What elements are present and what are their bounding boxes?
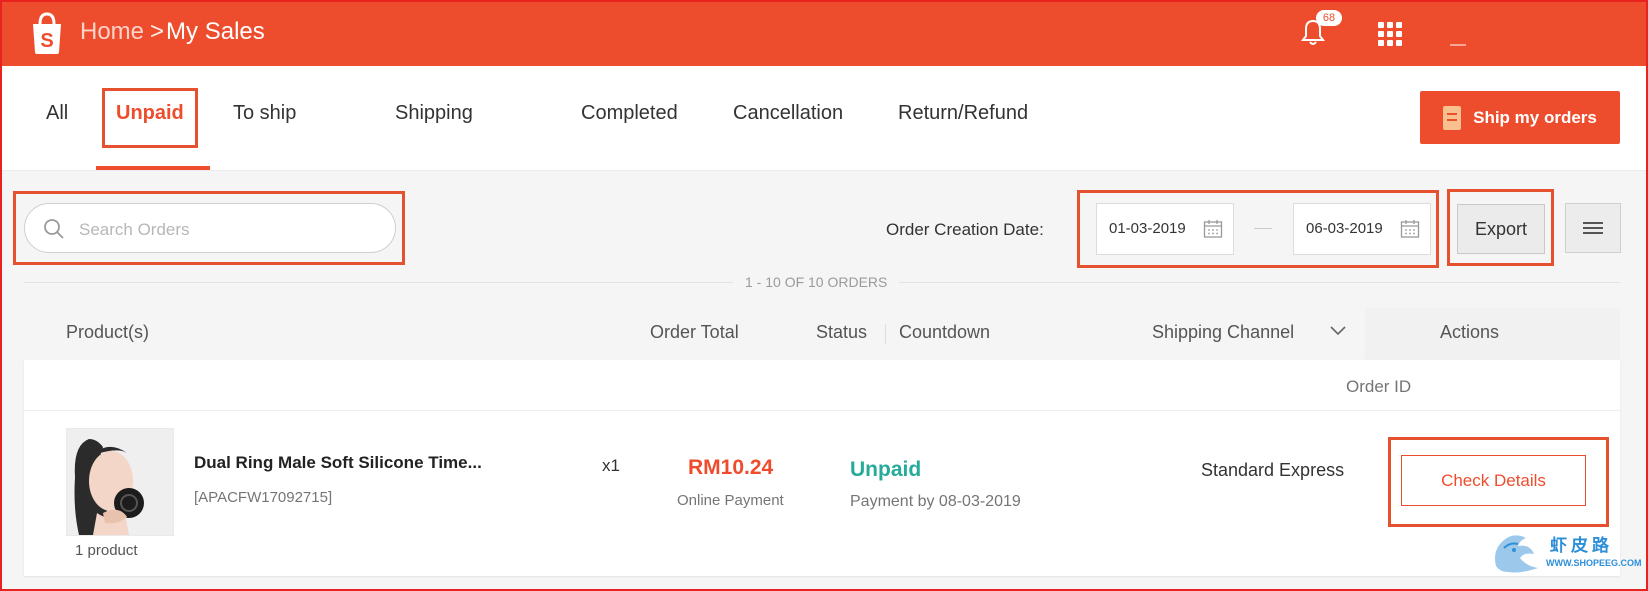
breadcrumb-current-page: My Sales	[166, 18, 265, 45]
results-count: 1 - 10 OF 10 ORDERS	[733, 274, 900, 290]
export-button[interactable]: Export	[1457, 204, 1545, 254]
header-order-total: Order Total	[650, 322, 739, 342]
watermark-chinese-text: 虾皮路	[1550, 536, 1613, 555]
search-orders-field[interactable]	[24, 203, 396, 253]
shopee-logo-icon[interactable]: S	[26, 10, 68, 56]
chevron-down-icon[interactable]	[1328, 324, 1348, 338]
order-id-label: Order ID	[1346, 377, 1412, 396]
order-status-tabs: All Unpaid To ship Shipping Completed Ca…	[0, 66, 1648, 171]
date-from-value: 01-03-2019	[1109, 220, 1186, 237]
header-status: Status	[816, 322, 868, 342]
shipping-channel: Standard Express	[1201, 460, 1345, 480]
product-name[interactable]: Dual Ring Male Soft Silicone Time...	[194, 453, 482, 473]
tab-unpaid[interactable]: Unpaid	[116, 102, 184, 125]
product-sku: [APACFW17092715]	[194, 489, 333, 506]
svg-text:S: S	[40, 30, 53, 52]
notification-count-badge: 68	[1316, 10, 1342, 26]
ship-my-orders-button[interactable]: Ship my orders	[1420, 91, 1620, 144]
order-status: Unpaid	[850, 458, 922, 481]
payment-due-date: Payment by 08-03-2019	[850, 493, 1021, 510]
product-image	[67, 429, 173, 535]
tab-completed[interactable]: Completed	[581, 102, 678, 125]
payment-method: Online Payment	[677, 492, 784, 509]
tab-all[interactable]: All	[46, 102, 68, 125]
order-total: RM10.24	[688, 456, 774, 479]
breadcrumb: Home >My Sales	[80, 18, 265, 46]
column-settings-button[interactable]	[1565, 203, 1621, 253]
apps-grid-icon[interactable]	[1378, 22, 1402, 46]
header-products: Product(s)	[66, 322, 150, 342]
document-icon	[1443, 105, 1462, 130]
date-to-picker[interactable]: 06-03-2019	[1293, 203, 1431, 255]
active-tab-indicator	[96, 166, 210, 170]
date-range-divider	[1254, 228, 1272, 229]
tab-to-ship[interactable]: To ship	[233, 102, 296, 125]
column-divider	[885, 324, 886, 344]
ship-my-orders-label: Ship my orders	[1473, 107, 1597, 127]
search-orders-input[interactable]	[77, 216, 381, 244]
tab-return-refund[interactable]: Return/Refund	[898, 102, 1028, 125]
breadcrumb-home-link[interactable]: Home	[80, 18, 144, 45]
tab-cancellation[interactable]: Cancellation	[733, 102, 843, 125]
tab-shipping[interactable]: Shipping	[395, 102, 473, 125]
date-from-picker[interactable]: 01-03-2019	[1096, 203, 1234, 255]
search-icon	[44, 219, 64, 239]
product-count: 1 product	[75, 542, 138, 559]
calendar-icon	[1203, 220, 1223, 238]
header-shipping-channel[interactable]: Shipping Channel	[1152, 322, 1294, 343]
date-to-value: 06-03-2019	[1306, 220, 1383, 237]
check-details-button[interactable]: Check Details	[1401, 455, 1586, 506]
watermark-url: WWW.SHOPEEG.COM	[1546, 558, 1642, 568]
user-menu[interactable]	[1450, 44, 1466, 46]
product-thumbnail[interactable]	[66, 428, 174, 536]
calendar-icon	[1400, 220, 1420, 238]
menu-icon	[1583, 222, 1603, 224]
breadcrumb-separator: >	[150, 18, 165, 45]
order-creation-date-label: Order Creation Date:	[886, 220, 1044, 239]
header-actions: Actions	[1440, 322, 1500, 342]
top-navigation-bar: S Home >My Sales 68	[0, 0, 1648, 66]
order-card-divider	[24, 410, 1620, 411]
product-quantity: x1	[602, 456, 620, 475]
header-countdown: Countdown	[899, 322, 991, 342]
